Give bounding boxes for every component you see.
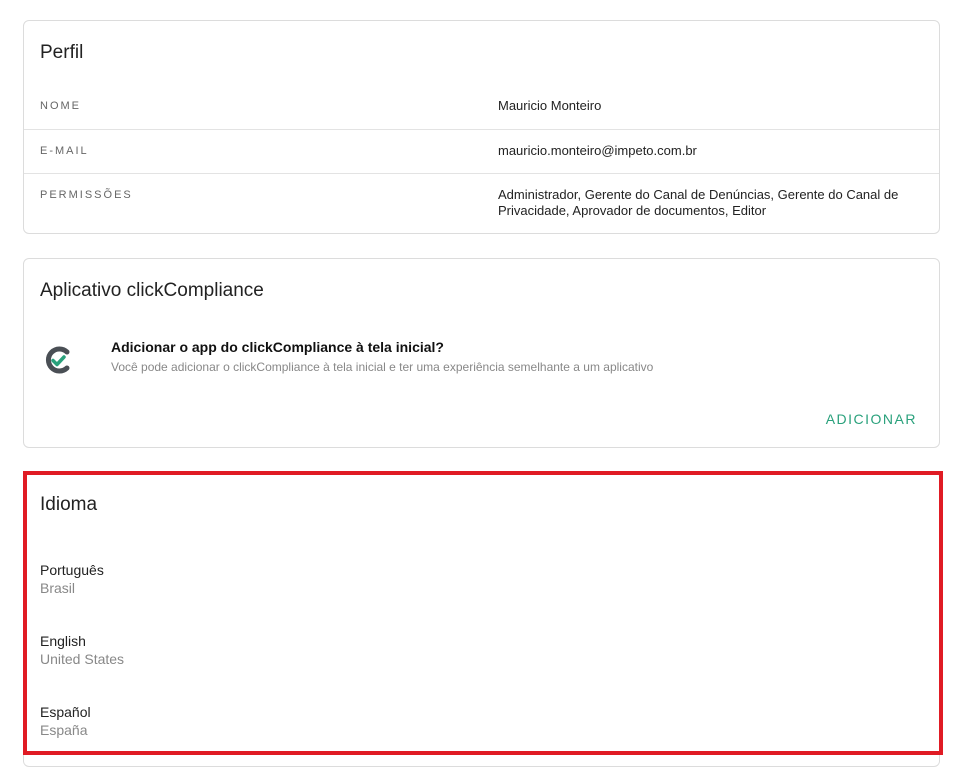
language-option-english[interactable]: English United States: [40, 632, 124, 668]
language-name: English: [40, 633, 86, 649]
language-card: Idioma Português Brasil English United S…: [23, 471, 940, 767]
language-title: Idioma: [40, 494, 98, 515]
language-option-portuguese[interactable]: Português Brasil: [40, 561, 104, 597]
app-heading: Adicionar o app do clickCompliance à tel…: [111, 339, 444, 355]
profile-value-email: mauricio.monteiro@impeto.com.br: [498, 143, 697, 158]
language-region: United States: [40, 651, 125, 667]
language-name: Português: [40, 562, 104, 578]
language-region: España: [40, 722, 88, 738]
language-option-spanish[interactable]: Español España: [40, 703, 91, 739]
profile-row-permissions: PERMISSÕES Administrador, Gerente do Can…: [24, 173, 939, 235]
add-app-button[interactable]: ADICIONAR: [826, 411, 917, 427]
profile-row-email: E-MAIL mauricio.monteiro@impeto.com.br: [24, 129, 939, 173]
app-card: Aplicativo clickCompliance Adicionar o a…: [23, 258, 940, 448]
profile-card: Perfil NOME Mauricio Monteiro E-MAIL mau…: [23, 20, 940, 234]
profile-title: Perfil: [40, 42, 84, 63]
app-description: Você pode adicionar o clickCompliance à …: [111, 360, 654, 374]
profile-label-name: NOME: [40, 100, 81, 112]
clickcompliance-logo-icon: [42, 343, 76, 377]
profile-label-email: E-MAIL: [40, 145, 89, 157]
profile-value-name: Mauricio Monteiro: [498, 98, 602, 113]
profile-row-name: NOME Mauricio Monteiro: [24, 86, 939, 130]
language-region: Brasil: [40, 580, 76, 596]
profile-value-permissions: Administrador, Gerente do Canal de Denún…: [498, 187, 899, 218]
language-name: Español: [40, 704, 91, 720]
app-title: Aplicativo clickCompliance: [40, 280, 264, 301]
profile-label-permissions: PERMISSÕES: [40, 189, 133, 201]
